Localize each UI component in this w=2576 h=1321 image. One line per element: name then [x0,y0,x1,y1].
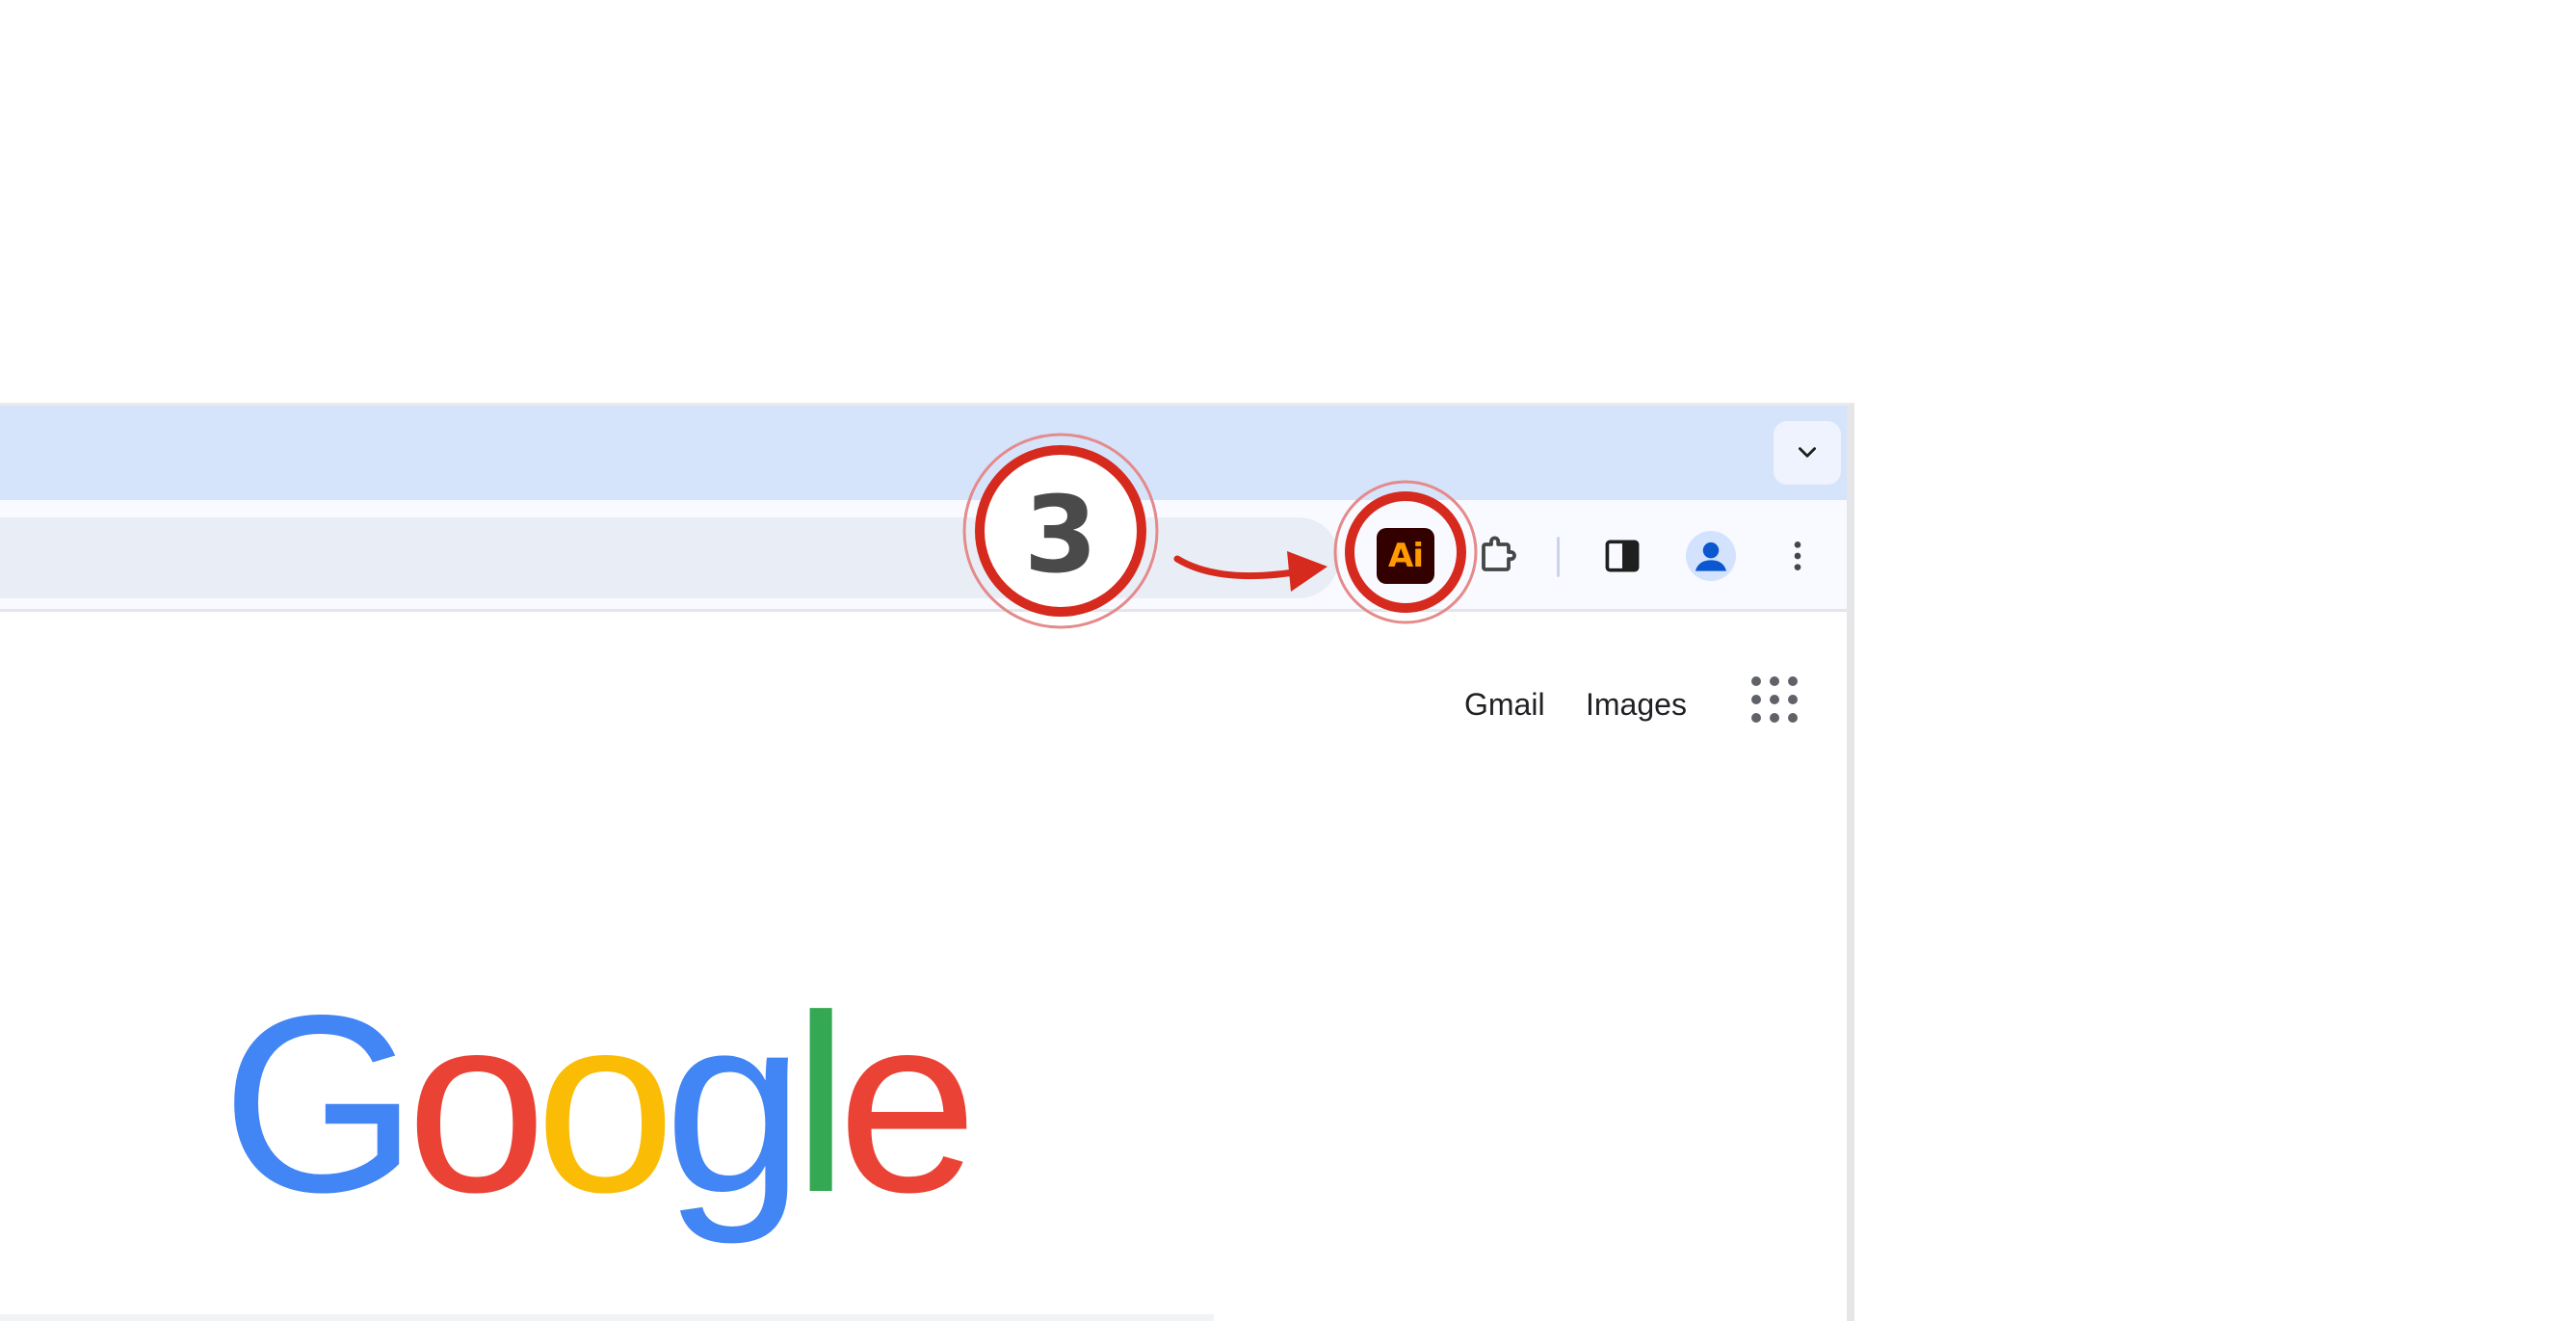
adobe-illustrator-extension-button[interactable]: Ai [1371,521,1440,591]
google-logo-letter: o [535,963,676,1245]
profile-button[interactable] [1676,521,1746,591]
avatar [1686,531,1736,581]
gmail-link[interactable]: Gmail [1464,689,1545,720]
extension-label: Ai [1388,537,1424,575]
adobe-illustrator-icon: Ai [1377,528,1434,584]
images-link[interactable]: Images [1586,689,1687,720]
google-logo-letter: o [406,963,547,1245]
google-homepage: Gmail Images Google [0,612,1847,1321]
tab-strip [0,406,1847,500]
tab-search-button[interactable] [1774,421,1841,485]
chevron-down-icon [1799,447,1816,458]
more-vert-icon [1794,542,1801,570]
bottom-edge [0,1314,1214,1321]
step-number: 3 [1023,473,1098,596]
profile-icon [1695,542,1727,571]
side-panel-icon [1605,540,1640,572]
side-panel-button[interactable] [1588,521,1657,591]
google-logo-letter: l [792,963,849,1245]
browser-window: Ai Gmail Images Google [0,403,1854,1321]
toolbar-divider [1557,537,1560,577]
google-logo-letter: e [837,963,978,1245]
google-logo: Google [222,963,978,1245]
extensions-button[interactable] [1462,521,1532,591]
browser-menu-button[interactable] [1763,521,1832,591]
google-logo-letter: G [222,963,418,1245]
puzzle-icon [1482,536,1516,571]
google-logo-letter: g [664,963,804,1245]
apps-grid-icon[interactable] [1748,674,1801,726]
browser-toolbar: Ai [0,500,1847,612]
